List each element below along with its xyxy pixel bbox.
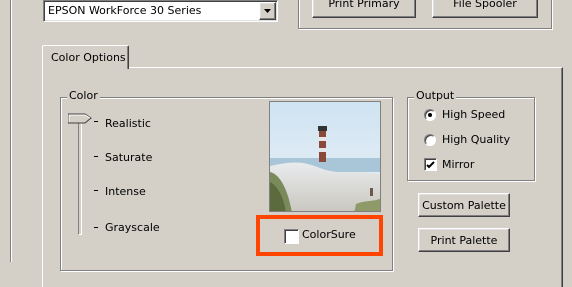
slider-tick	[94, 190, 98, 191]
high-quality-label[interactable]: High Quality	[442, 133, 510, 146]
color-preview-image	[269, 101, 381, 212]
tab-color-options-label: Color Options	[51, 51, 126, 64]
level-intense-label: Intense	[105, 185, 146, 198]
output-group-legend: Output	[414, 89, 457, 102]
slider-tick	[94, 121, 98, 122]
custom-palette-button[interactable]: Custom Palette	[418, 193, 510, 217]
check-icon	[426, 160, 435, 168]
print-primary-button[interactable]: Print Primary	[312, 0, 416, 18]
high-speed-radio[interactable]	[424, 109, 436, 121]
mirror-label[interactable]: Mirror	[442, 158, 474, 171]
colorsure-checkbox[interactable]	[284, 229, 299, 244]
level-realistic-label: Realistic	[105, 117, 151, 130]
colorsure-label[interactable]: ColorSure	[302, 228, 356, 241]
printer-select[interactable]: EPSON WorkForce 30 Series	[43, 0, 278, 22]
mirror-checkbox[interactable]	[424, 158, 437, 171]
level-saturate-label: Saturate	[105, 151, 153, 164]
radio-selected-dot	[428, 113, 432, 117]
printer-select-value: EPSON WorkForce 30 Series	[48, 4, 202, 17]
tab-color-options[interactable]: Color Options	[42, 45, 129, 69]
level-grayscale-label: Grayscale	[105, 221, 160, 234]
high-quality-radio[interactable]	[424, 134, 436, 146]
print-palette-button[interactable]: Print Palette	[418, 228, 510, 252]
color-slider-track[interactable]	[78, 118, 82, 235]
chevron-down-icon[interactable]	[259, 2, 276, 20]
slider-tick	[94, 227, 98, 228]
window-edge-light	[11, 0, 12, 262]
high-speed-label[interactable]: High Speed	[442, 108, 505, 121]
slider-tick	[94, 156, 98, 157]
colorsure-checkbox-box[interactable]	[284, 229, 299, 244]
file-spooler-button[interactable]: File Spooler	[432, 0, 538, 18]
color-group-legend: Color	[67, 89, 100, 102]
color-slider-thumb[interactable]	[68, 113, 92, 125]
